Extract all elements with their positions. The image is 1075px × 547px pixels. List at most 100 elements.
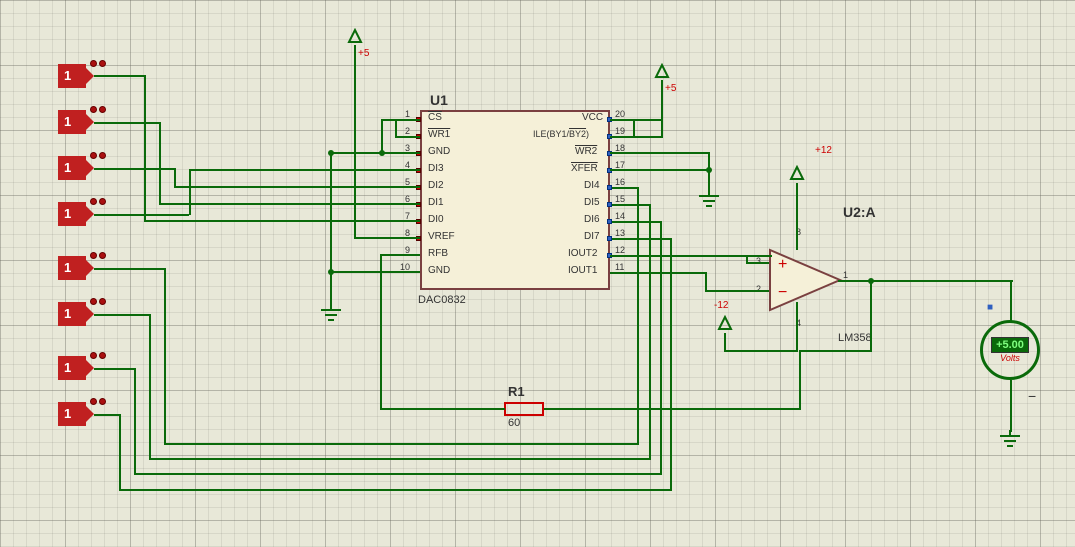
wire (189, 169, 419, 171)
wire (94, 314, 149, 316)
toggle-dots-7 (90, 398, 106, 405)
wire (395, 169, 420, 171)
r1-value: 60 (508, 417, 520, 429)
wire (637, 187, 639, 445)
logic-input-3[interactable]: 1 (58, 202, 94, 230)
wire (330, 152, 383, 154)
toggle-dots-4 (90, 252, 106, 259)
wire (544, 408, 801, 410)
wire (94, 168, 174, 170)
wire (134, 368, 136, 473)
pin-label: WR2 (575, 146, 597, 157)
wire (174, 168, 176, 187)
pin-num: 1 (405, 109, 410, 119)
pin-label: DI2 (428, 180, 444, 191)
pin-label: WR1 (428, 129, 450, 140)
pin-label-ile: ILE(BY1/BY2) (533, 129, 589, 139)
wire (144, 220, 419, 222)
pin-label: GND (428, 265, 450, 276)
pin-num: 12 (615, 245, 625, 255)
junction (328, 150, 334, 156)
wire (330, 152, 332, 306)
u2-part: LM358 (838, 332, 872, 344)
wire (670, 238, 672, 491)
wire (164, 268, 166, 443)
pin-num-1: 1 (843, 270, 848, 280)
pin-num: 14 (615, 211, 625, 221)
plus12-label: +12 (815, 145, 832, 156)
wire (633, 119, 663, 121)
wire (612, 187, 639, 189)
wire (94, 214, 189, 216)
logic-state-5: 1 (64, 306, 71, 321)
wire (610, 272, 705, 274)
wire (354, 45, 356, 239)
u2-ref: U2:A (843, 204, 876, 220)
plus5-label-2: +5 (665, 83, 676, 94)
pin-num-2: 2 (756, 284, 761, 294)
opamp-u2a[interactable]: + − (760, 245, 880, 340)
toggle-dots-6 (90, 352, 106, 359)
pin-num: 11 (615, 262, 624, 272)
logic-input-4[interactable]: 1 (58, 256, 94, 284)
pin-label: DI1 (428, 197, 444, 208)
r1-ref: R1 (508, 384, 525, 399)
voltmeter[interactable]: +5.00 Volts (980, 320, 1040, 380)
wire (633, 119, 635, 138)
voltmeter-minus: − (1028, 388, 1036, 404)
ground-3 (998, 430, 1022, 448)
wire (796, 183, 798, 250)
pin-label: CS (428, 112, 442, 123)
wire (159, 122, 161, 204)
junction (706, 167, 712, 173)
pin-label: GND (428, 146, 450, 157)
toggle-dots-2 (90, 152, 106, 159)
logic-input-7[interactable]: 1 (58, 402, 94, 430)
wire (395, 119, 420, 121)
pin-label: IOUT1 (568, 265, 597, 276)
pin-label: IOUT2 (568, 248, 597, 259)
pin-num: 13 (615, 228, 625, 238)
logic-input-1[interactable]: 1 (58, 110, 94, 138)
logic-input-2[interactable]: 1 (58, 156, 94, 184)
junction (379, 150, 385, 156)
wire (159, 203, 419, 205)
wire (380, 254, 420, 256)
logic-state-2: 1 (64, 160, 71, 175)
wire (94, 414, 119, 416)
wire (94, 368, 134, 370)
junction (328, 269, 334, 275)
resistor-r1[interactable] (504, 402, 544, 416)
wire (610, 152, 710, 154)
pin-label: RFB (428, 248, 448, 259)
wire (395, 203, 420, 205)
logic-state-4: 1 (64, 260, 71, 275)
pin-label: VREF (428, 231, 455, 242)
voltmeter-plus: ■ (987, 302, 993, 313)
pin-num: 19 (615, 126, 625, 136)
pin-label: DI5 (584, 197, 600, 208)
logic-input-0[interactable]: 1 (58, 64, 94, 92)
wire (119, 414, 121, 489)
wire (746, 262, 769, 264)
ground-1 (319, 304, 343, 322)
voltmeter-unit: Volts (1000, 353, 1020, 363)
wire (380, 408, 505, 410)
svg-text:−: − (778, 284, 787, 301)
logic-input-6[interactable]: 1 (58, 356, 94, 384)
wire (144, 75, 146, 220)
wire (724, 333, 726, 352)
wire (799, 350, 801, 410)
wire (799, 350, 872, 352)
wire (612, 221, 662, 223)
wire (612, 238, 672, 240)
pin-num: 15 (615, 194, 625, 204)
logic-input-5[interactable]: 1 (58, 302, 94, 330)
pin-label: DI4 (584, 180, 600, 191)
wire (660, 221, 662, 475)
wire (174, 186, 419, 188)
wire (705, 272, 707, 292)
wire (612, 204, 651, 206)
toggle-dots-0 (90, 60, 106, 67)
toggle-dots-5 (90, 298, 106, 305)
